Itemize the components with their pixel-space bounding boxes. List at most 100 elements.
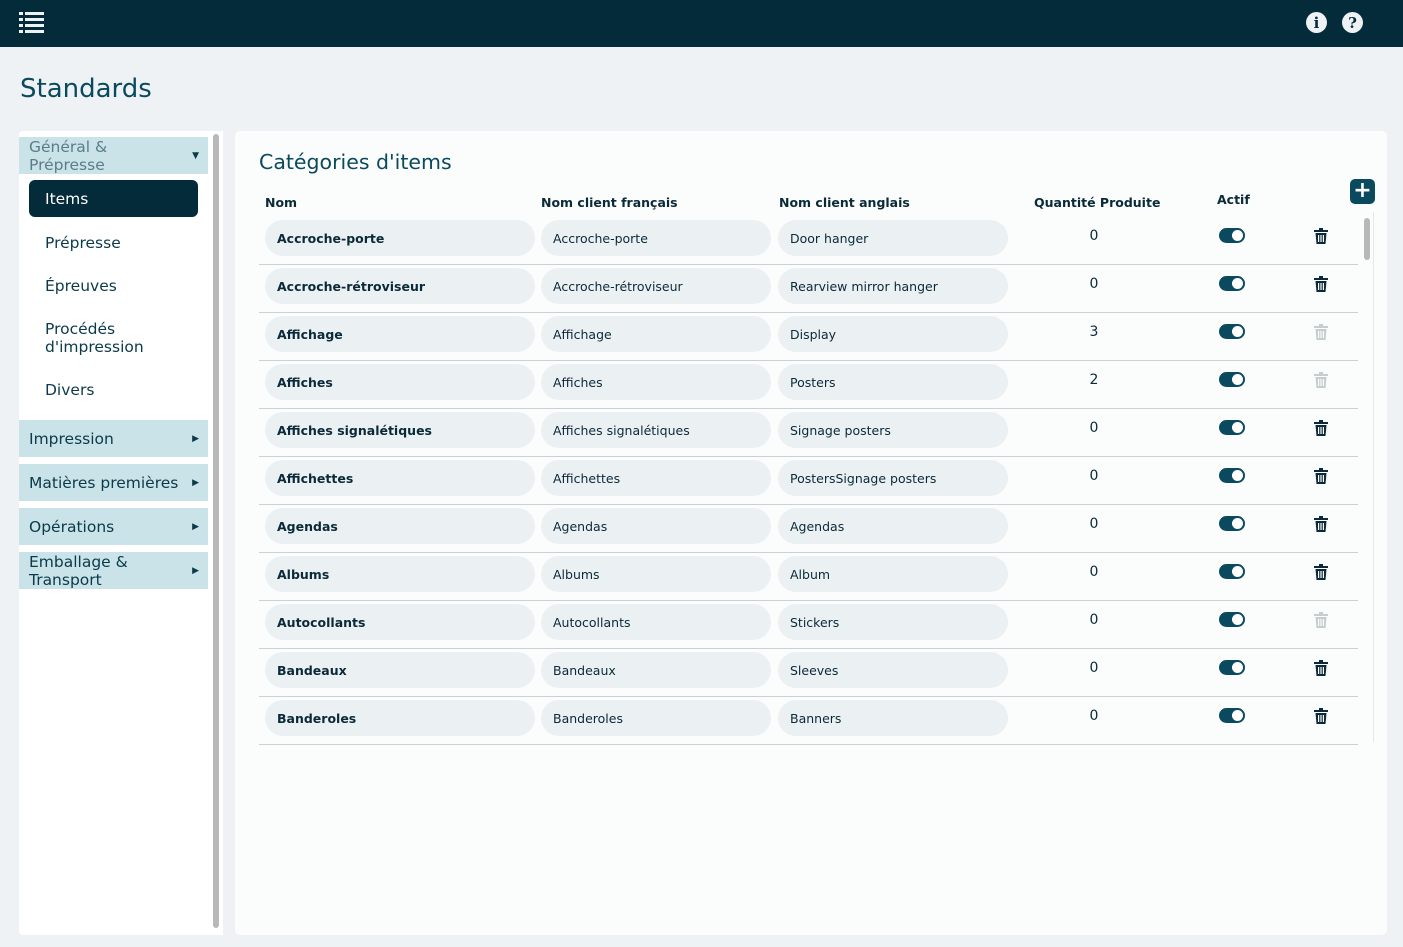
nom-field[interactable]: Affiches [265, 364, 535, 400]
nom-field[interactable]: Autocollants [265, 604, 535, 640]
sidebar-item-procedes-impression[interactable]: Procédés d'impression [29, 320, 159, 356]
actif-toggle[interactable] [1219, 324, 1245, 339]
help-question-icon[interactable]: ? [1342, 12, 1363, 33]
actif-toggle[interactable] [1219, 564, 1245, 579]
actif-toggle[interactable] [1219, 708, 1245, 723]
nom-client-francais-field[interactable]: Banderoles [541, 700, 771, 736]
trash-icon [1314, 372, 1328, 388]
caret-down-icon: ▼ [192, 150, 199, 161]
nom-client-francais-field[interactable]: Accroche-rétroviseur [541, 268, 771, 304]
sidebar-group-general-prepresse[interactable]: Général & Prépresse ▼ [19, 137, 208, 174]
sidebar-group-impression[interactable]: Impression ▶ [19, 420, 208, 457]
nom-client-francais-field[interactable]: Albums [541, 556, 771, 592]
trash-icon[interactable] [1314, 276, 1328, 292]
sidebar-group-matieres-premieres[interactable]: Matières premières ▶ [19, 464, 208, 501]
actif-toggle[interactable] [1219, 516, 1245, 531]
toggle-knob [1232, 278, 1243, 289]
nom-field[interactable]: Affichettes [265, 460, 535, 496]
trash-icon [1314, 324, 1328, 340]
caret-right-icon: ▶ [192, 565, 199, 576]
actif-toggle[interactable] [1219, 468, 1245, 483]
toggle-knob [1232, 230, 1243, 241]
quantite-produite-value: 0 [1089, 420, 1099, 436]
hamburger-list-icon[interactable] [19, 11, 44, 34]
table-scrollbar[interactable] [1364, 218, 1370, 260]
trash-icon[interactable] [1314, 420, 1328, 436]
trash-icon[interactable] [1314, 228, 1328, 244]
table-row: Agendas Agendas Agendas 0 [259, 505, 1358, 553]
nom-client-francais-field[interactable]: Affiches signalétiques [541, 412, 771, 448]
nom-client-anglais-field[interactable]: Display [778, 316, 1008, 352]
table-row: Affichettes Affichettes PostersSignage pos… [259, 457, 1358, 505]
nom-client-francais-field[interactable]: Bandeaux [541, 652, 771, 688]
nom-client-anglais-field[interactable]: Stickers [778, 604, 1008, 640]
column-header-nom[interactable]: Nom [265, 195, 297, 210]
quantite-produite-value: 0 [1089, 276, 1099, 292]
toggle-knob [1232, 326, 1243, 337]
nom-client-francais-field[interactable]: Autocollants [541, 604, 771, 640]
sidebar-scrollbar[interactable] [213, 134, 219, 928]
quantite-produite-value: 3 [1089, 324, 1099, 340]
nom-field[interactable]: Affiches signalétiques [265, 412, 535, 448]
trash-icon[interactable] [1314, 468, 1328, 484]
column-header-nom-client-anglais[interactable]: Nom client anglais [779, 195, 910, 210]
nom-field[interactable]: Albums [265, 556, 535, 592]
nom-client-anglais-field[interactable]: Banners [778, 700, 1008, 736]
column-header-quantite-produite[interactable]: Quantité Produite [1034, 195, 1160, 210]
nom-field[interactable]: Bandeaux [265, 652, 535, 688]
trash-icon[interactable] [1314, 564, 1328, 580]
sidebar-item-epreuves[interactable]: Épreuves [29, 277, 198, 295]
quantite-produite-value: 0 [1089, 612, 1099, 628]
quantite-produite-value: 0 [1089, 564, 1099, 580]
sidebar-item-prepresse[interactable]: Prépresse [29, 234, 198, 252]
toggle-knob [1232, 614, 1243, 625]
sidebar-item-divers[interactable]: Divers [29, 381, 198, 399]
nom-client-anglais-field[interactable]: Signage posters [778, 412, 1008, 448]
sidebar-group-label: Général & Prépresse [29, 137, 108, 174]
toggle-knob [1232, 422, 1243, 433]
nom-field[interactable]: Agendas [265, 508, 535, 544]
add-item-button[interactable]: + [1350, 179, 1375, 204]
nom-client-francais-field[interactable]: Affichage [541, 316, 771, 352]
nom-field[interactable]: Accroche-rétroviseur [265, 268, 535, 304]
caret-right-icon: ▶ [192, 477, 199, 488]
sidebar-group-operations[interactable]: Opérations ▶ [19, 508, 208, 545]
sidebar-item-items[interactable]: Items [29, 180, 198, 217]
nom-client-anglais-field[interactable]: Album [778, 556, 1008, 592]
actif-toggle[interactable] [1219, 276, 1245, 291]
trash-icon[interactable] [1314, 708, 1328, 724]
trash-icon[interactable] [1314, 516, 1328, 532]
trash-icon[interactable] [1314, 660, 1328, 676]
actif-toggle[interactable] [1219, 372, 1245, 387]
actif-toggle[interactable] [1219, 660, 1245, 675]
nom-field[interactable]: Accroche-porte [265, 220, 535, 256]
nom-client-francais-field[interactable]: Affichettes [541, 460, 771, 496]
table-row: Autocollants Autocollants Stickers 0 [259, 601, 1358, 649]
nom-client-anglais-field[interactable]: PostersSignage posters [778, 460, 1008, 496]
column-header-actif[interactable]: Actif [1217, 192, 1250, 207]
actif-toggle[interactable] [1219, 228, 1245, 243]
nom-client-anglais-field[interactable]: Posters [778, 364, 1008, 400]
table-row: Banderoles Banderoles Banners 0 [259, 697, 1358, 745]
nom-client-francais-field[interactable]: Affiches [541, 364, 771, 400]
nom-client-anglais-field[interactable]: Sleeves [778, 652, 1008, 688]
sidebar-group-emballage-transport[interactable]: Emballage & Transport ▶ [19, 552, 208, 589]
info-icon[interactable]: i [1306, 12, 1327, 33]
sidebar-item-label: Items [45, 189, 89, 208]
table-row: Albums Albums Album 0 [259, 553, 1358, 601]
table-row: Affiches signalétiques Affiches signaléti… [259, 409, 1358, 457]
nom-client-francais-field[interactable]: Accroche-porte [541, 220, 771, 256]
caret-right-icon: ▶ [192, 433, 199, 444]
actif-toggle[interactable] [1219, 612, 1245, 627]
nom-client-anglais-field[interactable]: Door hanger [778, 220, 1008, 256]
nom-client-anglais-field[interactable]: Agendas [778, 508, 1008, 544]
actif-toggle[interactable] [1219, 420, 1245, 435]
top-bar: i ? [0, 0, 1403, 47]
sidebar-group-label: Emballage & Transport [29, 552, 128, 589]
column-header-nom-client-francais[interactable]: Nom client français [541, 195, 678, 210]
nom-client-francais-field[interactable]: Agendas [541, 508, 771, 544]
quantite-produite-value: 2 [1089, 372, 1099, 388]
nom-client-anglais-field[interactable]: Rearview mirror hanger [778, 268, 1008, 304]
nom-field[interactable]: Affichage [265, 316, 535, 352]
nom-field[interactable]: Banderoles [265, 700, 535, 736]
